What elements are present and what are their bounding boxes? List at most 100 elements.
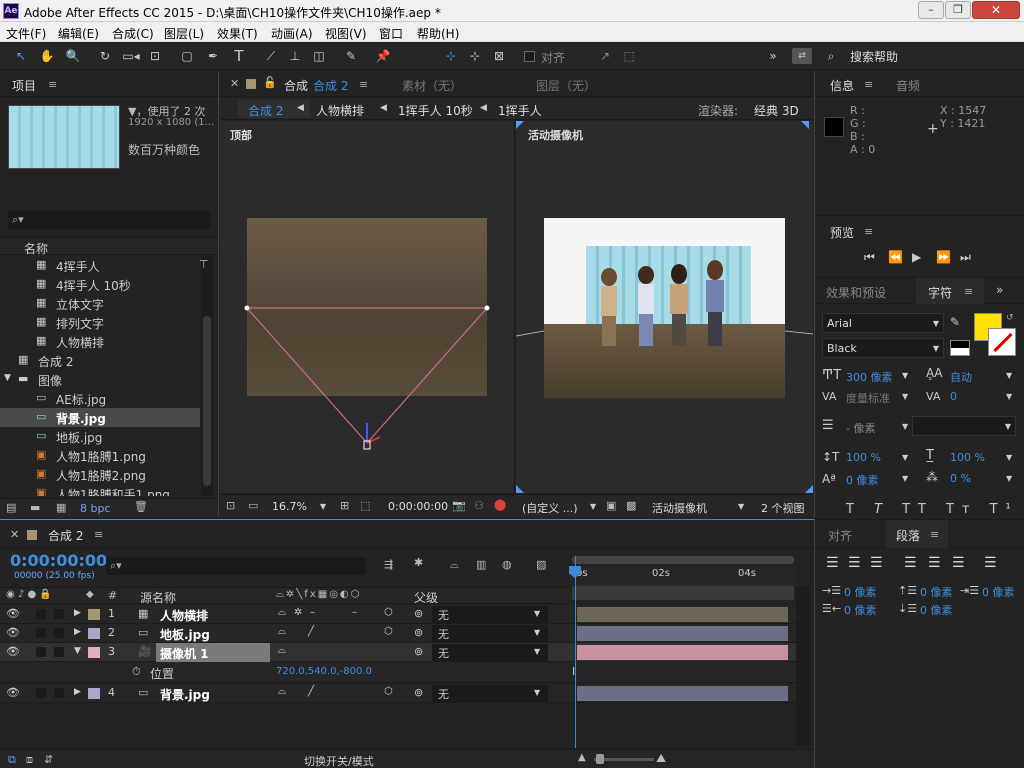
expand-arrow-icon[interactable]: ▶ bbox=[74, 627, 81, 637]
minimize-button[interactable]: – bbox=[918, 1, 944, 19]
menu-composition[interactable]: 合成(C) bbox=[112, 25, 154, 42]
resolution-value[interactable]: (自定义 ...) bbox=[522, 500, 578, 516]
font-size-value[interactable]: 300 像素 bbox=[846, 369, 893, 385]
workspace-sync-icon[interactable]: ⇄ bbox=[792, 48, 812, 64]
transparency-grid-icon[interactable]: ⬚ bbox=[360, 499, 370, 512]
breadcrumb-item-wave[interactable]: 1挥手人 bbox=[498, 102, 542, 119]
list-item[interactable]: ▦ 4挥手人 bbox=[0, 256, 200, 275]
eyedropper-icon[interactable]: ✎ bbox=[950, 315, 960, 329]
always-preview-icon[interactable]: ⊡ bbox=[226, 499, 235, 512]
list-item[interactable]: ▭ AE标.jpg bbox=[0, 389, 200, 408]
leading-dropdown-icon[interactable]: ▼ bbox=[1006, 371, 1012, 380]
menu-edit[interactable]: 编辑(E) bbox=[58, 25, 99, 42]
menu-animation[interactable]: 动画(A) bbox=[271, 25, 313, 42]
justify-left-icon[interactable]: ☰ bbox=[904, 555, 917, 571]
timeline-menu-icon[interactable]: ≡ bbox=[94, 528, 103, 541]
fast-preview-icon[interactable]: ▣ bbox=[606, 499, 616, 512]
pick-whip-icon[interactable]: ⊚ bbox=[414, 626, 423, 639]
solo-switch[interactable] bbox=[36, 628, 46, 638]
hscale-dropdown-icon[interactable]: ▼ bbox=[1006, 453, 1012, 462]
list-item[interactable]: ▣ 人物1胳膊和手1.png bbox=[0, 484, 200, 496]
font-size-dropdown-icon[interactable]: ▼ bbox=[902, 371, 908, 380]
list-item[interactable]: ▭ 背景.jpg bbox=[0, 408, 200, 427]
top-view[interactable]: 顶部 bbox=[220, 121, 515, 493]
stroke-width-value[interactable]: - 像素 bbox=[846, 420, 875, 436]
list-item[interactable]: ▦ 立体文字 bbox=[0, 294, 200, 313]
project-scroll-thumb[interactable] bbox=[203, 316, 211, 486]
first-frame-icon[interactable]: ⏮ bbox=[864, 250, 875, 265]
menu-layer[interactable]: 图层(L) bbox=[164, 25, 204, 42]
preview-menu-icon[interactable]: ≡ bbox=[864, 225, 873, 238]
layer-label-color[interactable] bbox=[88, 647, 100, 658]
layer-duration-bar[interactable] bbox=[577, 686, 788, 701]
parent-dropdown-icon[interactable]: ▼ bbox=[534, 688, 540, 697]
list-item[interactable]: ▭ 地板.jpg bbox=[0, 427, 200, 446]
3d-layer-icon[interactable]: ⬡ bbox=[384, 607, 393, 618]
bpc-label[interactable]: 8 bpc bbox=[80, 502, 111, 515]
timeline-search-input[interactable]: ⌕▾ bbox=[106, 557, 366, 575]
audio-tab[interactable]: 音频 bbox=[896, 77, 920, 94]
new-composition-icon[interactable]: ▦ bbox=[56, 501, 66, 514]
snap-checkbox[interactable] bbox=[524, 51, 535, 62]
position-value[interactable]: 720.0,540.0,-800.0 bbox=[276, 666, 372, 677]
align-tab[interactable]: 对齐 bbox=[828, 527, 852, 544]
paragraph-tab[interactable]: 段落 bbox=[896, 527, 920, 544]
comp-mini-flowchart-icon[interactable]: ⇶ bbox=[384, 558, 393, 571]
stroke-style-select[interactable]: ▼ bbox=[912, 416, 1016, 436]
baseline-shift-value[interactable]: 0 像素 bbox=[846, 472, 879, 488]
zoom-out-icon[interactable]: ▲ bbox=[578, 752, 586, 763]
roto-brush-tool-icon[interactable]: ✎ bbox=[342, 47, 360, 65]
motion-blur-icon[interactable]: ◍ bbox=[502, 558, 512, 571]
zoom-dropdown-icon[interactable]: ▼ bbox=[320, 502, 326, 511]
stroke-width-dropdown-icon[interactable]: ▼ bbox=[902, 422, 908, 431]
expand-arrow-icon[interactable]: ▶ bbox=[74, 687, 81, 697]
layer-name[interactable]: 地板.jpg bbox=[160, 626, 210, 643]
lock-icon[interactable]: 🔓 bbox=[263, 76, 277, 89]
selection-tool-icon[interactable]: ↖ bbox=[12, 47, 30, 65]
snap-edge-icon[interactable]: ↗ bbox=[596, 47, 614, 65]
timeline-current-time[interactable]: 0:00:00:00 bbox=[10, 551, 107, 570]
comp-tab-label[interactable]: 合成 bbox=[284, 77, 308, 94]
character-tab[interactable]: 字符 bbox=[928, 284, 952, 301]
close-tab-icon[interactable]: ✕ bbox=[10, 528, 19, 541]
vscale-dropdown-icon[interactable]: ▼ bbox=[902, 453, 908, 462]
camera-tool-icon[interactable]: ▭◂ bbox=[120, 47, 142, 65]
transfer-controls-pane-icon[interactable]: ⧈ bbox=[26, 753, 33, 767]
delete-icon[interactable]: 🗑 bbox=[134, 500, 148, 513]
solo-switch[interactable] bbox=[36, 688, 46, 698]
list-item[interactable]: ▣ 人物1胳膊2.png bbox=[0, 465, 200, 484]
text-style-buttons[interactable]: T T TT Tᴛ T¹ T₁ bbox=[846, 502, 1024, 517]
space-after-value[interactable]: 0 像素 bbox=[920, 602, 953, 618]
panel-more-icon[interactable]: » bbox=[996, 283, 1003, 297]
show-snapshot-icon[interactable]: ⚇ bbox=[474, 499, 484, 512]
table-row[interactable]: 👁 ▶ 1 ▦ 人物横排 ⌓ ✲ – – ⬡ ⊚ 无 ▼ bbox=[0, 605, 796, 624]
layer-tab[interactable]: 图层（无） bbox=[536, 77, 596, 94]
paragraph-menu-icon[interactable]: ≡ bbox=[930, 528, 939, 541]
in-out-pane-icon[interactable]: ⇵ bbox=[44, 753, 53, 766]
timeline-tab[interactable]: 合成 2 bbox=[48, 527, 83, 544]
current-time[interactable]: 0:00:00:00 bbox=[388, 500, 448, 513]
project-scrollbar[interactable] bbox=[201, 256, 213, 496]
layer-name[interactable]: 人物横排 bbox=[160, 607, 208, 624]
shy-switch-icon[interactable]: ⌓ bbox=[278, 686, 286, 697]
world-axis-icon[interactable]: ⊹ bbox=[466, 47, 484, 65]
tracking-value[interactable]: 0 bbox=[950, 390, 957, 403]
tracking-dropdown-icon[interactable]: ▼ bbox=[1006, 392, 1012, 401]
renderer-value[interactable]: 经典 3D bbox=[754, 102, 799, 119]
shy-icon[interactable]: ⌓ bbox=[450, 558, 459, 572]
lock-switch[interactable] bbox=[54, 647, 64, 657]
solo-switch[interactable] bbox=[36, 609, 46, 619]
expand-arrow-icon[interactable]: ▶ bbox=[74, 608, 81, 618]
brush-tool-icon[interactable]: ⟋ bbox=[262, 47, 280, 65]
parent-column-header[interactable]: 父级 bbox=[414, 589, 438, 606]
menu-window[interactable]: 窗口 bbox=[379, 25, 403, 42]
pick-whip-icon[interactable]: ⊚ bbox=[414, 686, 423, 699]
shy-switch-icon[interactable]: ⌓ bbox=[278, 626, 286, 637]
horizontal-scale-value[interactable]: 100 % bbox=[950, 451, 985, 464]
frame-blending-icon[interactable]: ▥ bbox=[476, 558, 486, 571]
search-help-label[interactable]: 搜索帮助 bbox=[850, 48, 898, 65]
name-column-header[interactable]: 名称 bbox=[24, 240, 48, 257]
3d-layer-icon[interactable]: ⬡ bbox=[384, 686, 393, 697]
comp-tab-name[interactable]: 合成 2 bbox=[313, 77, 348, 94]
character-menu-icon[interactable]: ≡ bbox=[964, 285, 973, 298]
